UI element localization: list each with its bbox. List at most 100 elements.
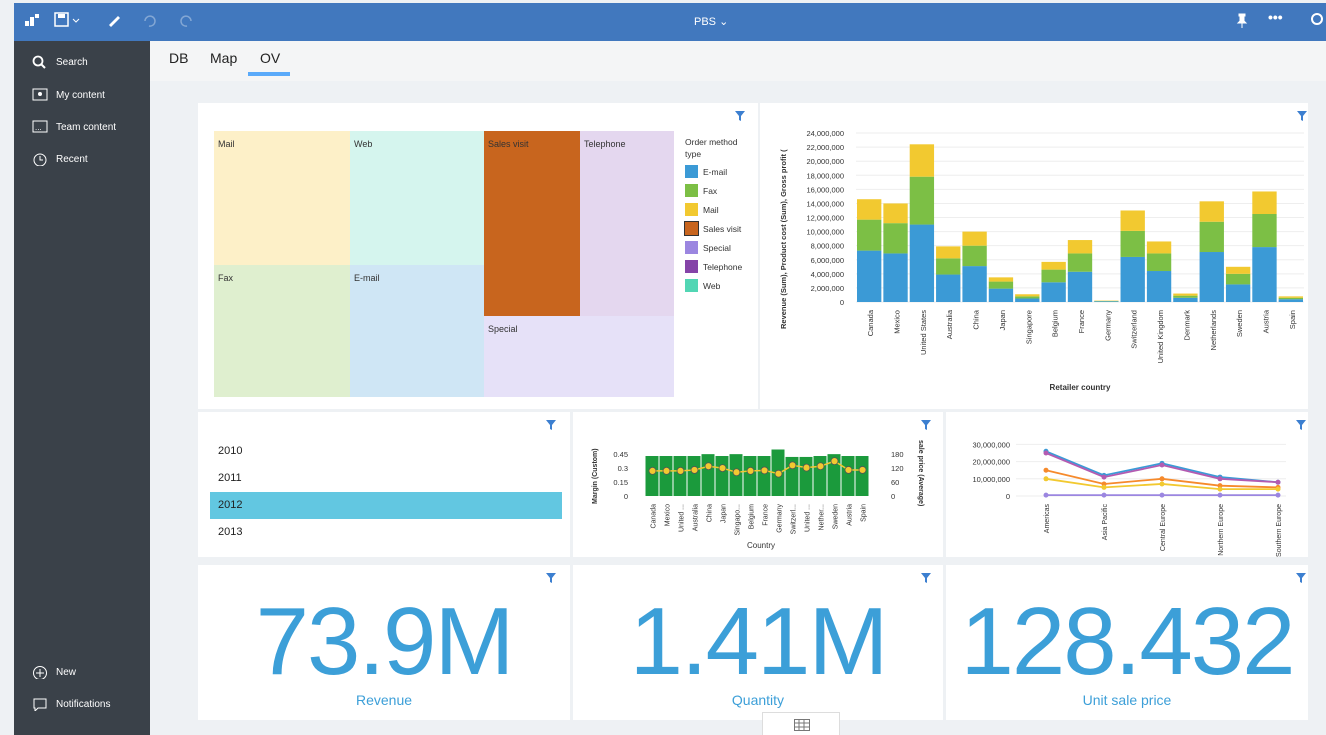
bar-segment — [1225, 284, 1251, 302]
clock-icon — [33, 153, 47, 166]
year-item[interactable]: 2013 — [210, 519, 562, 546]
y-axis-title: Margin (Custom) — [592, 448, 599, 504]
legend-item[interactable]: Telephone — [685, 260, 742, 273]
legend-item[interactable]: E-mail — [685, 165, 727, 178]
legend-item[interactable]: Mail — [685, 203, 719, 216]
more-options-icon[interactable]: ••• — [1268, 9, 1283, 25]
legend-item[interactable]: Special — [685, 241, 731, 254]
legend-item[interactable]: Sales visit — [684, 221, 741, 236]
data-tray-button[interactable] — [762, 712, 840, 735]
x-tick-label: Mexico — [665, 504, 672, 526]
x-tick-label: Germany — [1103, 310, 1112, 341]
bar-segment — [988, 281, 1014, 289]
bar-segment — [1067, 271, 1093, 302]
x-axis-title: Retailer country — [1050, 383, 1111, 392]
x-axis-title: Country — [747, 541, 775, 550]
bar — [715, 456, 729, 496]
x-tick-label: Australia — [693, 504, 700, 531]
dashboard-title[interactable]: PBS ⌄ — [694, 15, 728, 28]
sidebar-item-search[interactable]: Search — [32, 55, 88, 69]
legend-swatch — [685, 203, 698, 216]
sidebar-item-label: My content — [56, 89, 105, 101]
bar — [841, 456, 855, 496]
x-tick-label: Canada — [651, 504, 658, 529]
kpi-unit-price-widget[interactable]: 128.432 Unit sale price — [946, 565, 1308, 720]
x-tick-label: United Kingdom — [1156, 310, 1165, 363]
bar — [673, 456, 687, 496]
y-tick-label: 10,000,000 — [806, 228, 844, 237]
tab-ov[interactable]: OV — [260, 50, 280, 66]
bar-segment — [1252, 214, 1277, 248]
bar-segment — [936, 274, 961, 302]
filter-icon[interactable] — [546, 573, 556, 583]
filter-icon[interactable] — [735, 111, 745, 121]
x-tick-label: United ... — [805, 504, 812, 532]
sidebar-item-my-content[interactable]: My content — [32, 88, 105, 102]
bar-segment — [1041, 269, 1066, 283]
sidebar-item-label: Team content — [56, 121, 117, 133]
y-tick-label: 12,000,000 — [806, 214, 844, 223]
line-point — [1159, 481, 1165, 487]
filter-icon[interactable] — [921, 573, 931, 583]
sidebar-item-recent[interactable]: Recent — [32, 152, 88, 166]
undo-icon[interactable] — [142, 12, 158, 31]
active-tab-indicator — [248, 72, 290, 76]
bar-segment — [1067, 253, 1093, 272]
tab-db[interactable]: DB — [169, 50, 188, 66]
bar-segment — [1199, 221, 1224, 253]
tab-map[interactable]: Map — [210, 50, 237, 66]
line-point — [1043, 467, 1049, 473]
bar-segment — [883, 223, 908, 254]
line-point — [1275, 486, 1281, 492]
sidebar-item-new[interactable]: New — [32, 665, 76, 679]
region-line-chart-widget[interactable]: 30,000,000 20,000,000 10,000,000 0 Americas A… — [946, 412, 1308, 557]
legend-item[interactable]: Web — [685, 279, 720, 292]
year-item[interactable]: 2010 — [210, 438, 562, 465]
y-tick-label: 0.15 — [613, 478, 628, 487]
year-list-widget[interactable]: 2010 2011 2012 2013 — [198, 412, 570, 557]
bar-segment — [1173, 293, 1198, 296]
bar-segment — [1252, 191, 1277, 214]
save-icon[interactable] — [54, 12, 80, 31]
y-tick-label: 18,000,000 — [806, 171, 844, 180]
line-point — [1043, 492, 1049, 498]
bar — [799, 456, 813, 496]
plus-circle-icon — [33, 666, 47, 679]
kpi-value: 73.9M — [255, 588, 515, 695]
kpi-revenue-widget[interactable]: 73.9M Revenue — [198, 565, 570, 720]
year-item[interactable]: 2011 — [210, 465, 562, 492]
y-tick-label: 30,000,000 — [972, 440, 1010, 449]
y2-axis-title: sale price (Average) — [917, 440, 924, 506]
pin-icon[interactable] — [1236, 12, 1248, 31]
filter-icon[interactable] — [1296, 573, 1306, 583]
bar-segment — [1041, 261, 1066, 270]
year-item-selected[interactable]: 2012 — [210, 492, 562, 519]
bar-segment — [857, 199, 882, 220]
edit-pencil-icon[interactable] — [106, 12, 122, 31]
search-icon[interactable] — [1310, 12, 1324, 31]
treemap-label: Web — [354, 139, 372, 149]
legend-title: Order method type — [685, 137, 738, 159]
line-point — [648, 466, 657, 475]
bar-segment — [1146, 253, 1172, 272]
y-axis-title: Revenue (Sum), Product cost (Sum), Gross… — [779, 149, 788, 329]
line-point — [816, 462, 825, 471]
app-menu-icon[interactable] — [24, 12, 40, 31]
treemap-widget[interactable]: Mail Web Sales visit Telephone Fax E-mai… — [198, 103, 758, 409]
sidebar-item-team-content[interactable]: ... Team content — [32, 120, 116, 134]
bar-segment — [1120, 256, 1145, 302]
margin-chart-widget[interactable]: 0.45 0.3 0.15 0 180 120 60 0 Canada Mexico United … — [573, 412, 943, 557]
treemap-cell-mail — [214, 131, 350, 265]
bar-segment — [1120, 230, 1145, 257]
y2-tick-label: 180 — [891, 450, 904, 459]
legend-item[interactable]: Fax — [685, 184, 717, 197]
sidebar-item-label: Search — [56, 56, 88, 68]
filter-icon[interactable] — [546, 420, 556, 430]
bar-segment — [936, 258, 961, 275]
line-point — [1159, 476, 1165, 482]
kpi-quantity-widget[interactable]: 1.41M Quantity — [573, 565, 943, 720]
bar — [659, 456, 673, 496]
stacked-bar-chart-widget[interactable]: 24,000,000 22,000,000 20,000,000 18,000,000… — [760, 103, 1308, 409]
redo-icon[interactable] — [178, 12, 194, 31]
sidebar-item-notifications[interactable]: Notifications — [32, 697, 110, 711]
